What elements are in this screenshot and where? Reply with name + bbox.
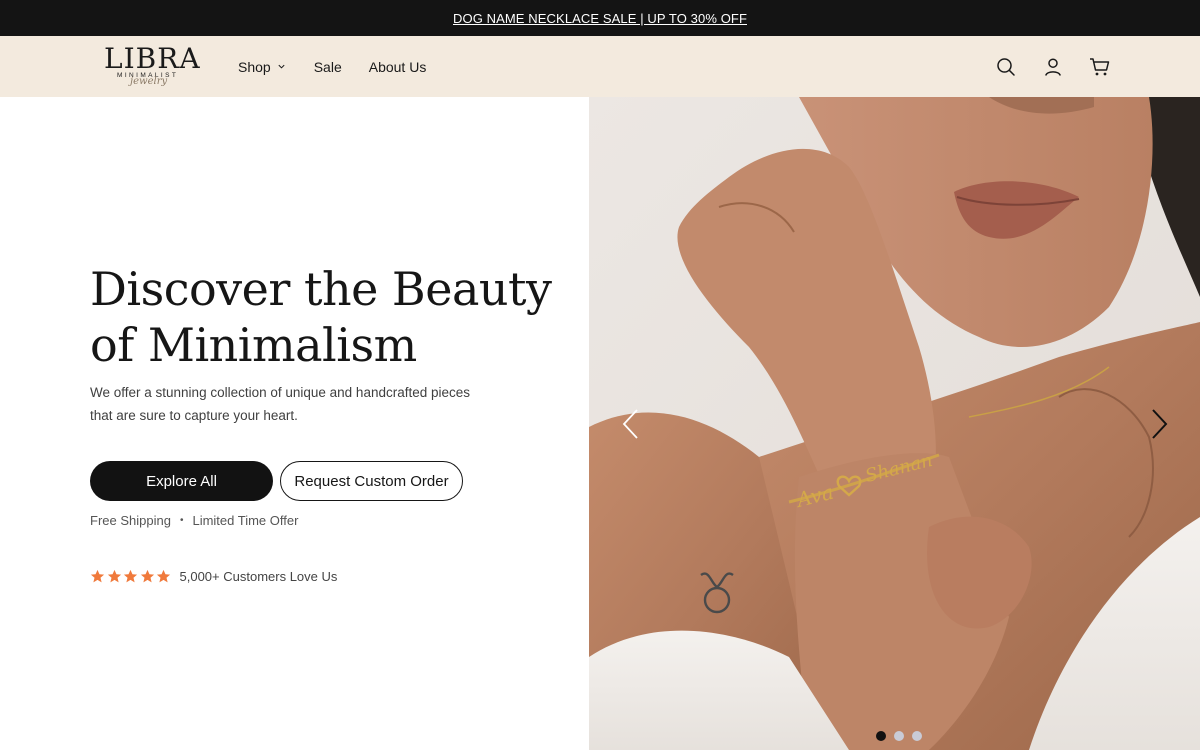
explore-all-button[interactable]: Explore All (90, 461, 273, 501)
hero-title: Discover the Beauty of Minimalism (90, 261, 570, 373)
hero-content: Discover the Beauty of Minimalism We off… (0, 97, 589, 750)
rating-stars (90, 569, 173, 584)
search-button[interactable] (994, 55, 1018, 79)
search-icon (997, 57, 1015, 76)
hero-description: We offer a stunning collection of unique… (90, 381, 490, 427)
star-icon (107, 569, 121, 583)
nav-item-shop[interactable]: Shop (238, 59, 286, 75)
perk-limited-offer: Limited Time Offer (192, 513, 299, 528)
request-custom-order-button[interactable]: Request Custom Order (280, 461, 463, 501)
slider-dot[interactable] (912, 731, 922, 741)
star-icon (90, 569, 105, 583)
nav-item-sale[interactable]: Sale (314, 59, 342, 75)
nav-item-label: About Us (368, 58, 427, 75)
slider-prev-arrow[interactable] (616, 404, 646, 444)
site-header: LIBRA MINIMALIST jewelry Shop Sale About… (0, 36, 1200, 97)
chevron-down-icon (278, 64, 285, 69)
account-icon (1045, 57, 1061, 76)
hero-image: Ava Shanan (589, 97, 1200, 750)
star-icon (123, 569, 138, 583)
hero-title-line: Discover the Beauty (90, 262, 552, 316)
slider-dot[interactable] (894, 731, 904, 741)
cart-icon (1090, 57, 1110, 75)
slider-dots (876, 731, 930, 741)
perk-separator: • (179, 515, 184, 526)
hero-title-line: of Minimalism (90, 318, 417, 372)
account-button[interactable] (1041, 55, 1065, 79)
hero-description-line: that are sure to capture your heart. (90, 408, 298, 423)
hero-description-line: We offer a stunning collection of unique… (90, 385, 471, 400)
reviews-row: 5,000+ Customers Love Us (90, 569, 337, 584)
hero-slider: Ava Shanan (589, 97, 1200, 750)
header-icons (994, 36, 1112, 97)
star-icon (140, 569, 154, 583)
reviews-text: 5,000+ Customers Love Us (179, 569, 338, 584)
announcement-bar: DOG NAME NECKLACE SALE | UP TO 30% OFF (0, 0, 1200, 36)
nav-item-label: Sale (313, 58, 342, 75)
star-icon (156, 569, 171, 583)
slider-dot[interactable] (876, 731, 886, 741)
cart-button[interactable] (1088, 55, 1112, 79)
main-nav: Shop Sale About Us (238, 36, 426, 97)
logo-script: jewelry (130, 76, 168, 87)
logo[interactable]: LIBRA MINIMALIST jewelry (104, 44, 204, 90)
perks-row: Free Shipping • Limited Time Offer (90, 513, 298, 528)
slider-next-arrow[interactable] (1144, 404, 1174, 444)
nav-item-about[interactable]: About Us (369, 59, 427, 75)
announcement-link[interactable]: DOG NAME NECKLACE SALE | UP TO 30% OFF (453, 11, 747, 26)
logo-main: LIBRA (104, 42, 201, 75)
perk-free-shipping: Free Shipping (90, 513, 171, 528)
nav-item-label: Shop (238, 58, 271, 75)
